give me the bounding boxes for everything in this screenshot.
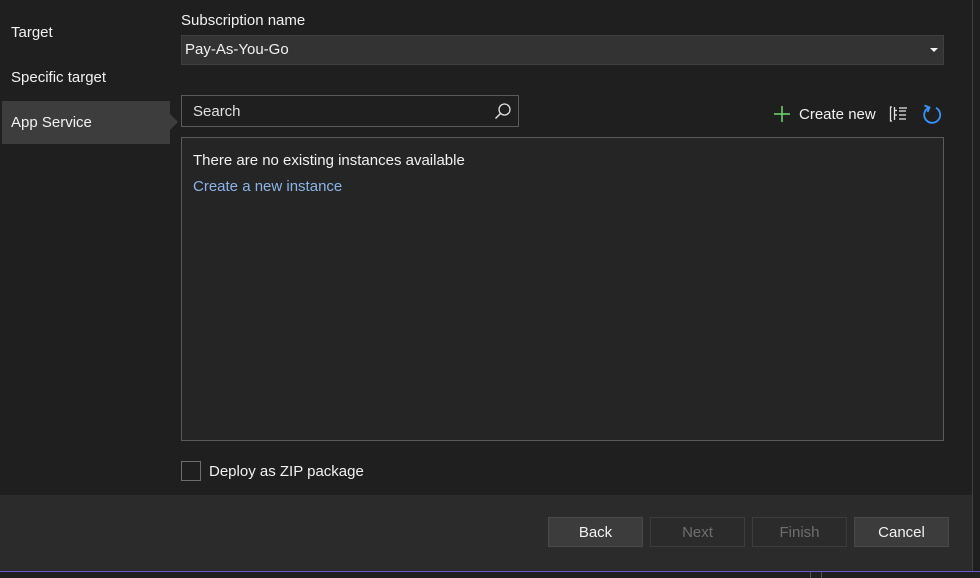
empty-state-message: There are no existing instances availabl… [193,152,465,169]
background-divider [821,572,822,578]
subscription-dropdown[interactable]: Pay-As-You-Go [181,35,944,65]
background-window-edge [972,0,980,578]
dialog-footer: Back Next Finish Cancel [0,495,972,571]
cancel-button[interactable]: Cancel [854,517,949,547]
background-window-bottom [0,572,980,578]
finish-button[interactable]: Finish [752,517,847,547]
nav-item-target[interactable]: Target [2,11,170,54]
refresh-icon[interactable] [921,103,943,125]
instances-list[interactable]: There are no existing instances availabl… [181,137,944,441]
subscription-value: Pay-As-You-Go [185,41,289,58]
dialog-right-border [972,0,973,572]
publish-dialog: Target Specific target App Service Subsc… [0,0,972,572]
zip-deploy-label[interactable]: Deploy as ZIP package [209,463,364,480]
chevron-down-icon [930,48,938,52]
next-button[interactable]: Next [650,517,745,547]
create-new-label: Create new [799,105,876,123]
search-icon[interactable] [494,102,512,120]
background-divider [810,572,811,578]
selected-nav-pointer [170,114,178,130]
subscription-label: Subscription name [181,12,306,29]
search-box[interactable] [181,95,519,127]
back-button[interactable]: Back [548,517,643,547]
nav-item-specific-target[interactable]: Specific target [2,56,170,99]
create-instance-link[interactable]: Create a new instance [193,178,342,195]
create-new-button[interactable]: Create new [773,102,876,126]
search-input[interactable] [182,96,482,126]
plus-icon [774,106,790,122]
tree-view-icon[interactable] [889,104,909,124]
nav-item-app-service[interactable]: App Service [2,101,170,144]
zip-deploy-checkbox[interactable] [181,461,201,481]
